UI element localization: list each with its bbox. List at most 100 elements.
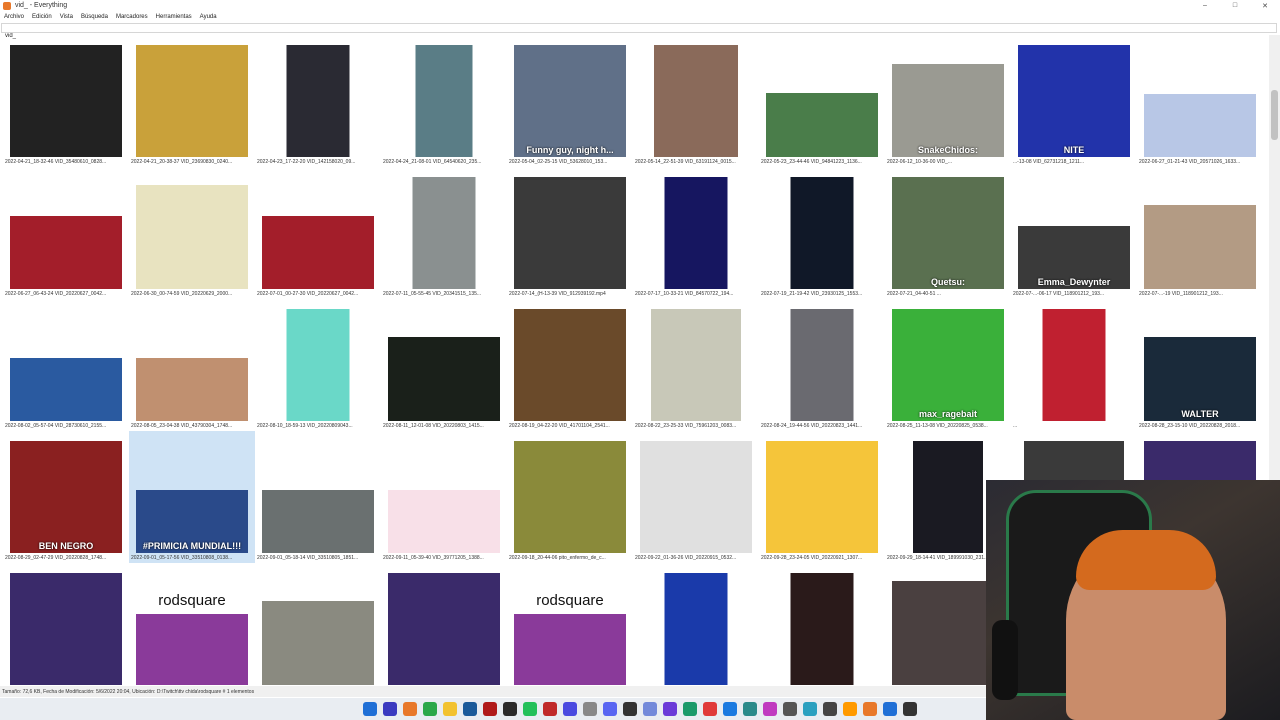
taskbar-app-icon[interactable] [403, 702, 417, 716]
file-thumbnail[interactable]: 2022-05-14_22-51-39 VID_63191124_0015... [633, 35, 759, 167]
taskbar-app-icon[interactable] [623, 702, 637, 716]
file-thumbnail[interactable]: 2022-09-01_05-18-14 VID_33510805_1851... [255, 431, 381, 563]
menu-edicion[interactable]: Edición [28, 14, 56, 20]
menu-marcadores[interactable]: Marcadores [112, 14, 152, 20]
file-thumbnail[interactable]: 2022-07-14_(H-13-39 VID_912939192.mp4 [507, 167, 633, 299]
taskbar-app-icon[interactable] [703, 702, 717, 716]
taskbar-app-icon[interactable] [783, 702, 797, 716]
scrollbar-thumb[interactable] [1271, 90, 1278, 140]
file-thumbnail[interactable]: 2022-09-11_05-39-40 VID_39771205_1388... [381, 431, 507, 563]
file-thumbnail[interactable]: 2022-08-19_04-22-20 VID_41701104_2541... [507, 299, 633, 431]
file-thumbnail[interactable]: 2022-04-23_17-22-20 VID_142158020_09... [255, 35, 381, 167]
file-name-caption: ...-13-08 VID_62731218_1211... [1013, 159, 1085, 165]
taskbar-app-icon[interactable] [583, 702, 597, 716]
file-thumbnail[interactable]: 2022-08-10_18-59-13 VID_20220809043... [255, 299, 381, 431]
file-thumbnail[interactable]: 2022-07-17_10-33-21 VID_84570722_194... [633, 167, 759, 299]
minimize-button[interactable]: – [1190, 0, 1220, 11]
thumbnail-image [10, 216, 122, 289]
taskbar-app-icon[interactable] [443, 702, 457, 716]
file-thumbnail[interactable]: ... [1011, 299, 1137, 431]
file-thumbnail[interactable]: 2022-09-18_20-44-06 pito_enfermo_de_c... [507, 431, 633, 563]
taskbar-app-icon[interactable] [523, 702, 537, 716]
file-thumbnail[interactable]: 2022-06-27_06-43-24 VID_20220627_0042... [3, 167, 129, 299]
file-thumbnail[interactable]: 2022-07-11_05-55-45 VID_20341515_135... [381, 167, 507, 299]
file-thumbnail[interactable]: SnakeChidos: 2022-06-12_10-36-00 VID_... [885, 35, 1011, 167]
file-thumbnail[interactable]: 2022-08-11_12-01-08 VID_20220803_1415... [381, 299, 507, 431]
taskbar-app-icon[interactable] [643, 702, 657, 716]
everything-app-icon [3, 1, 11, 10]
taskbar-app-icon[interactable] [503, 702, 517, 716]
file-thumbnail[interactable]: 2022-10-03_... [3, 563, 129, 695]
thumbnail-image [651, 309, 741, 421]
taskbar-app-icon[interactable] [383, 702, 397, 716]
taskbar-app-icon[interactable] [663, 702, 677, 716]
menu-busqueda[interactable]: Búsqueda [77, 14, 112, 20]
thumbnail-image [913, 441, 983, 553]
taskbar-app-icon[interactable] [563, 702, 577, 716]
file-thumbnail[interactable]: 2022-04-21_18-32-46 VID_35480610_0828... [3, 35, 129, 167]
file-name-caption: 2022-08-22_23-25-33 VID_75961203_0083... [635, 423, 737, 429]
taskbar-app-icon[interactable] [743, 702, 757, 716]
file-thumbnail[interactable]: rodsquare2022-10-07_... [507, 563, 633, 695]
taskbar-app-icon[interactable] [823, 702, 837, 716]
file-name-caption: 2022-09-22_01-36-26 VID_20220915_0532... [635, 555, 737, 561]
file-thumbnail[interactable]: 2022-07-...-19 VID_118901212_193... [1137, 167, 1263, 299]
file-thumbnail[interactable]: 2022-09-28_23-24-05 VID_20220921_1307... [759, 431, 885, 563]
file-thumbnail[interactable]: rodsquare2022-10-04_... [129, 563, 255, 695]
thumbnail-image [766, 93, 878, 157]
file-thumbnail[interactable]: 2022-08-24_19-44-56 VID_20220823_1441... [759, 299, 885, 431]
thumbnail-overlay-text: max_ragebait [918, 409, 978, 419]
file-thumbnail[interactable]: 2022-10-05_... [255, 563, 381, 695]
file-thumbnail[interactable]: 2022-06-30_00-74-59 VID_20220629_2000... [129, 167, 255, 299]
file-thumbnail[interactable]: 2022-04-24_21-08-01 VID_64540620_235... [381, 35, 507, 167]
menu-herramientas[interactable]: Herramientas [152, 14, 196, 20]
file-thumbnail[interactable]: BEN NEGRO 2022-08-29_02-47-29 VID_2022082… [3, 431, 129, 563]
taskbar-app-icon[interactable] [483, 702, 497, 716]
taskbar-app-icon[interactable] [903, 702, 917, 716]
file-thumbnail[interactable]: NITE ...-13-08 VID_62731218_1211... [1011, 35, 1137, 167]
file-thumbnail[interactable]: max_ragebait 2022-08-25_11-13-08 VID_2022… [885, 299, 1011, 431]
file-thumbnail[interactable]: 2022-09-22_01-36-26 VID_20220915_0532... [633, 431, 759, 563]
file-thumbnail[interactable]: 2022-04-21_20-38-37 VID_23690830_0240... [129, 35, 255, 167]
taskbar-app-icon[interactable] [683, 702, 697, 716]
taskbar-app-icon[interactable] [803, 702, 817, 716]
menu-ayuda[interactable]: Ayuda [196, 14, 221, 20]
taskbar-app-icon[interactable] [543, 702, 557, 716]
file-thumbnail[interactable]: 2022-08-05_23-04-38 VID_43790304_1748... [129, 299, 255, 431]
thumbnail-image [136, 45, 248, 157]
taskbar-app-icon[interactable] [463, 702, 477, 716]
file-thumbnail[interactable]: 2022-10-08_... [633, 563, 759, 695]
thumbnail-image [262, 601, 374, 685]
file-thumbnail[interactable]: 2022-05-23_23-44-46 VID_94841223_1136... [759, 35, 885, 167]
file-thumbnail[interactable]: 2022-07-19_21-19-42 VID_23930125_1553... [759, 167, 885, 299]
file-name-caption: 2022-06-30_00-74-59 VID_20220629_2000... [131, 291, 233, 297]
thumbnail-image [10, 45, 122, 157]
file-thumbnail[interactable]: Emma_Dewynter 2022-07-...-06-17 VID_11890… [1011, 167, 1137, 299]
taskbar-app-icon[interactable] [603, 702, 617, 716]
taskbar-app-icon[interactable] [423, 702, 437, 716]
maximize-button[interactable]: □ [1220, 0, 1250, 11]
file-thumbnail[interactable]: 2022-10-09_... [759, 563, 885, 695]
menu-bar: Archivo Edición Vista Búsqueda Marcadore… [0, 11, 1280, 22]
taskbar-app-icon[interactable] [843, 702, 857, 716]
file-thumbnail[interactable]: Funny guy, night h... 2022-05-04_02-25-15… [507, 35, 633, 167]
file-thumbnail[interactable]: 2022-07-01_00-27-30 VID_20220627_0042... [255, 167, 381, 299]
thumbnail-image [1144, 205, 1256, 289]
file-name-caption: 2022-07-19_21-19-42 VID_23930125_1553... [761, 291, 863, 297]
taskbar-app-icon[interactable] [363, 702, 377, 716]
file-thumbnail[interactable]: WALTER 2022-08-28_23-15-10 VID_20220828_2… [1137, 299, 1263, 431]
menu-archivo[interactable]: Archivo [0, 14, 28, 20]
file-thumbnail[interactable]: Quetsu: 2022-07-21_04-40-51 ... [885, 167, 1011, 299]
taskbar-app-icon[interactable] [863, 702, 877, 716]
taskbar-app-icon[interactable] [883, 702, 897, 716]
thumbnail-image [514, 177, 626, 289]
file-thumbnail[interactable]: 2022-10-06_... [381, 563, 507, 695]
file-thumbnail[interactable]: 2022-08-02_05-57-04 VID_28730610_2155... [3, 299, 129, 431]
close-button[interactable]: ✕ [1250, 0, 1280, 11]
file-thumbnail[interactable]: 2022-06-27_01-21-43 VID_20571026_1633... [1137, 35, 1263, 167]
file-thumbnail[interactable]: 2022-08-22_23-25-33 VID_75961203_0083... [633, 299, 759, 431]
file-thumbnail[interactable]: #PRIMICIA MUNDIAL!!! 2022-09-01_05-17-56 … [129, 431, 255, 563]
menu-vista[interactable]: Vista [56, 14, 77, 20]
taskbar-app-icon[interactable] [763, 702, 777, 716]
taskbar-app-icon[interactable] [723, 702, 737, 716]
